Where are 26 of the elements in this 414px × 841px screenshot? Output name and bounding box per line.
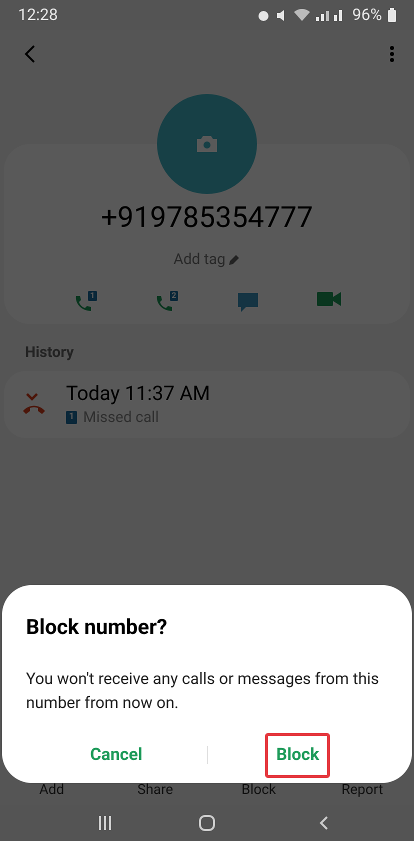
status-time: 12:28	[18, 4, 58, 26]
bottom-action[interactable]: Share	[104, 780, 207, 801]
battery-icon	[388, 8, 396, 22]
sim-badge: 1	[88, 290, 97, 300]
pencil-icon[interactable]	[229, 254, 240, 265]
call-time: Today 11:37 AM	[66, 380, 210, 406]
back-icon[interactable]	[24, 44, 36, 64]
sim-badge: 1	[66, 410, 78, 424]
dialog-button[interactable]: Cancel	[79, 732, 154, 778]
sim-badge: 2	[170, 290, 178, 300]
dialog-title: Block number?	[26, 615, 168, 642]
battery-percent: 96%	[352, 4, 382, 26]
camera-icon[interactable]	[197, 136, 217, 152]
home-icon[interactable]	[199, 815, 215, 831]
dialog-button[interactable]: Block	[265, 732, 330, 778]
recent-apps-icon[interactable]	[98, 816, 112, 830]
phone-number: +919785354777	[100, 204, 314, 233]
video-call-icon[interactable]	[317, 290, 342, 306]
more-icon[interactable]	[390, 46, 394, 62]
bottom-action[interactable]: Block	[207, 780, 310, 801]
message-icon[interactable]	[236, 290, 259, 312]
call-button[interactable]: 1	[72, 290, 97, 314]
dialog-message: You won't receive any calls or messages from this number from now on.	[26, 668, 380, 714]
wifi-icon	[294, 9, 310, 21]
missed-call-icon	[22, 393, 46, 415]
call-button[interactable]: 2	[154, 290, 178, 314]
